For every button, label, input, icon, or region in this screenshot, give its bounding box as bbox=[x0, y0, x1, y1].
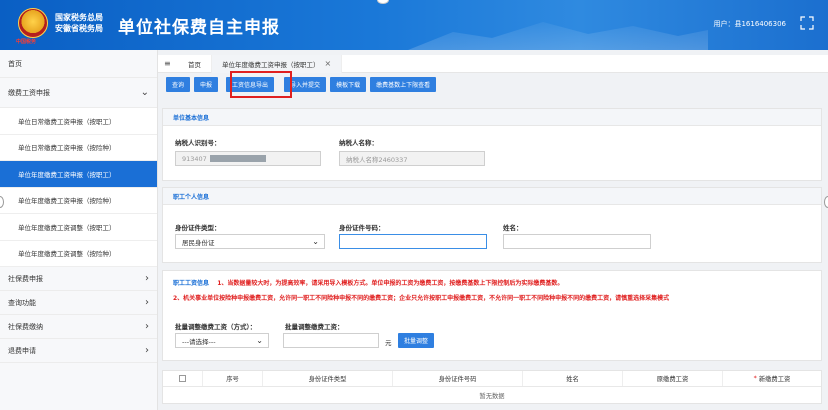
sidebar-group-label: 社保费申报 bbox=[8, 274, 43, 283]
wage-info-panel: 职工工资信息 1、当数据量较大时，为提高效率，请采用导入模板方式。单位申报的工资… bbox=[162, 270, 822, 361]
sidebar-item-label: 首页 bbox=[8, 59, 22, 68]
col-header[interactable]: 原缴费工资 bbox=[623, 371, 723, 386]
table-header: 序号 身份证件类型 身份证件号码 姓名 原缴费工资 * 新缴费工资 bbox=[163, 371, 821, 387]
sidebar-subitem[interactable]: 单位年度缴费工资调整（按职工） bbox=[0, 214, 157, 241]
sidebar-subitem-label: 单位年度缴费工资申报（按险种） bbox=[18, 197, 116, 206]
col-header[interactable]: 序号 bbox=[203, 371, 263, 386]
tab-active[interactable]: 单位年度缴费工资申报（按职工） × bbox=[212, 54, 343, 73]
batch-adjust-button[interactable]: 批量调整 bbox=[398, 333, 435, 348]
col-header[interactable]: 身份证件号码 bbox=[393, 371, 523, 386]
chevron-right-icon: › bbox=[145, 273, 149, 284]
panel-title: 职工工资信息 bbox=[173, 280, 210, 287]
tab-label: 单位年度缴费工资申报（按职工） bbox=[222, 60, 320, 69]
redaction-bar bbox=[209, 155, 266, 162]
sidebar-subitem-label: 单位年度缴费工资调整（按职工） bbox=[18, 223, 116, 232]
batch-mode-select[interactable]: ---请选择--- ⌄ bbox=[175, 333, 269, 348]
taxpayer-id-value: 913407 bbox=[182, 154, 207, 163]
sidebar-subitem-active[interactable]: 单位年度缴费工资申报（按职工） bbox=[0, 161, 157, 188]
chevron-right-icon: › bbox=[145, 297, 149, 308]
highlight-box bbox=[230, 71, 292, 98]
tax-emblem-icon bbox=[18, 8, 48, 38]
sidebar-group-label: 缴费工资申报 bbox=[8, 88, 50, 97]
chevron-right-icon: › bbox=[145, 345, 149, 356]
sidebar-group-label: 查询功能 bbox=[8, 298, 36, 307]
panel-title: 单位基本信息 bbox=[163, 109, 821, 126]
sidebar-item-home[interactable]: 首页 bbox=[0, 50, 157, 78]
chevron-right-icon: › bbox=[145, 321, 149, 332]
col-header-required[interactable]: * 新缴费工资 bbox=[723, 371, 821, 386]
sidebar-subitem-label: 单位年度缴费工资申报（按职工） bbox=[18, 170, 116, 179]
sidebar-subitem[interactable]: 单位日常缴费工资申报（按险种） bbox=[0, 134, 157, 161]
col-header-label: 新缴费工资 bbox=[758, 376, 791, 383]
panel-title: 职工个人信息 bbox=[163, 188, 821, 205]
top-header: 中国税务 国家税务总局 安徽省税务局 单位社保费自主申报 用户：县1616406… bbox=[0, 0, 828, 50]
chevron-down-icon: ⌄ bbox=[140, 87, 149, 98]
sidebar-group-label: 退费申请 bbox=[8, 346, 36, 355]
sidebar-group-label: 社保费缴纳 bbox=[8, 322, 43, 331]
taxpayer-id-label: 纳税人识别号： bbox=[175, 139, 221, 147]
sidebar-group-payment[interactable]: 社保费缴纳 › bbox=[0, 315, 157, 339]
id-type-select[interactable]: 居民身份证 ⌄ bbox=[175, 234, 325, 249]
wage-table: 序号 身份证件类型 身份证件号码 姓名 原缴费工资 * 新缴费工资 暂无数据 bbox=[162, 370, 822, 404]
sidebar-group-query[interactable]: 查询功能 › bbox=[0, 291, 157, 315]
col-header[interactable]: 身份证件类型 bbox=[263, 371, 393, 386]
declare-button[interactable]: 申报 bbox=[194, 77, 219, 92]
select-all-cell bbox=[163, 371, 203, 386]
sidebar-subitem-label: 单位年度缴费工资调整（按险种） bbox=[18, 250, 116, 259]
sidebar-subitem[interactable]: 单位年度缴费工资调整（按险种） bbox=[0, 240, 157, 267]
unit-label: 元 bbox=[385, 339, 392, 347]
app-title: 单位社保费自主申报 bbox=[118, 18, 280, 38]
tab-label: 首页 bbox=[188, 60, 201, 69]
name-input[interactable] bbox=[503, 234, 651, 249]
sidebar-subitem-label: 单位日常缴费工资申报（按险种） bbox=[18, 144, 116, 153]
notice-text-1: 1、当数据量较大时，为提高效率，请采用导入模板方式。单位申报的工资为缴费工资，按… bbox=[217, 280, 564, 287]
emblem-subtitle: 中国税务 bbox=[16, 39, 37, 45]
close-icon[interactable]: × bbox=[325, 59, 332, 68]
action-toolbar: 查询 申报 工资信息导出 导入并提交 模板下载 缴费基数上下限查看 bbox=[166, 77, 437, 92]
unit-info-panel: 单位基本信息 纳税人识别号： 913407 纳税人名称： 纳税人名称246033… bbox=[162, 108, 822, 181]
org-line-1: 国家税务总局 bbox=[55, 13, 103, 22]
sidebar-group-wage-declare[interactable]: 缴费工资申报 ⌄ bbox=[0, 78, 157, 108]
id-type-value: 居民身份证 bbox=[182, 238, 215, 247]
menu-icon[interactable]: ≡ bbox=[164, 59, 178, 68]
user-info[interactable]: 用户：县1616406306 bbox=[713, 19, 786, 29]
sidebar-subitem[interactable]: 单位年度缴费工资申报（按险种） bbox=[0, 187, 157, 214]
taxpayer-name-label: 纳税人名称： bbox=[339, 139, 378, 147]
notice-text-2: 2、机关事业单位按险种申报缴费工资，允许同一职工不同险种申报不同的缴费工资；企业… bbox=[173, 295, 670, 302]
base-limit-button[interactable]: 缴费基数上下限查看 bbox=[370, 77, 437, 92]
empty-state: 暂无数据 bbox=[479, 392, 505, 400]
sidebar-subitem-label: 单位日常缴费工资申报（按职工） bbox=[18, 117, 116, 126]
right-handle bbox=[824, 196, 828, 208]
chevron-down-icon: ⌄ bbox=[256, 336, 263, 345]
taxpayer-id-field: 913407 bbox=[175, 151, 321, 166]
select-all-checkbox[interactable] bbox=[179, 375, 186, 382]
name-label: 姓名： bbox=[503, 224, 523, 232]
template-download-button[interactable]: 模板下载 bbox=[330, 77, 367, 92]
col-header[interactable]: 姓名 bbox=[523, 371, 623, 386]
org-name: 国家税务总局 安徽省税务局 bbox=[55, 12, 103, 34]
sidebar-group-social-declare[interactable]: 社保费申报 › bbox=[0, 267, 157, 291]
batch-mode-value: ---请选择--- bbox=[182, 337, 216, 346]
taxpayer-name-field: 纳税人名称2460337 bbox=[339, 151, 485, 166]
id-number-label: 身份证件号码： bbox=[339, 224, 385, 232]
chevron-down-icon: ⌄ bbox=[312, 237, 319, 246]
sidebar: 首页 缴费工资申报 ⌄ 单位日常缴费工资申报（按职工） 单位日常缴费工资申报（按… bbox=[0, 50, 158, 410]
sidebar-subitem[interactable]: 单位日常缴费工资申报（按职工） bbox=[0, 108, 157, 135]
org-line-2: 安徽省税务局 bbox=[55, 24, 103, 33]
sidebar-group-refund[interactable]: 退费申请 › bbox=[0, 339, 157, 363]
id-type-label: 身份证件类型： bbox=[175, 224, 221, 232]
batch-mode-label: 批量调整缴费工资（方式）： bbox=[175, 323, 257, 331]
fullscreen-icon[interactable] bbox=[800, 16, 814, 30]
id-number-input[interactable] bbox=[339, 234, 487, 249]
required-mark: * bbox=[753, 375, 757, 382]
personal-info-panel: 职工个人信息 身份证件类型： 居民身份证 ⌄ 身份证件号码： 姓名： bbox=[162, 187, 822, 263]
batch-wage-input[interactable] bbox=[283, 333, 379, 348]
tab-home[interactable]: 首页 bbox=[178, 54, 212, 73]
query-button[interactable]: 查询 bbox=[166, 77, 191, 92]
notice-line-1: 职工工资信息 1、当数据量较大时，为提高效率，请采用导入模板方式。单位申报的工资… bbox=[173, 278, 813, 287]
batch-wage-label: 批量调整缴费工资： bbox=[285, 323, 344, 331]
header-background-art bbox=[408, 22, 708, 50]
